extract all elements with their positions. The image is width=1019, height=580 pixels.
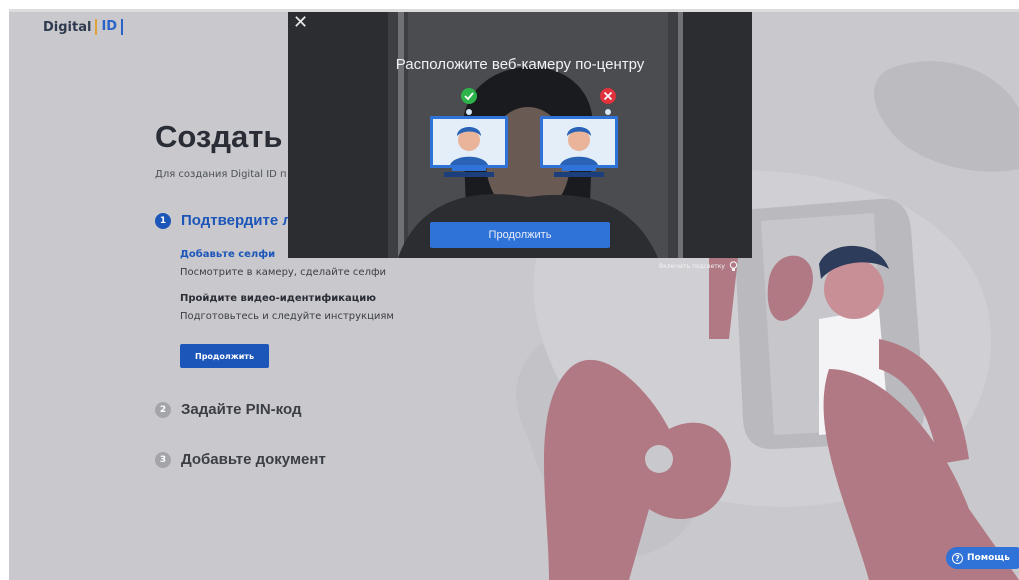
step-2-label: Задайте PIN-код [181,401,302,418]
hand-ok-large [544,359,731,580]
person-arm [879,339,969,464]
question-icon: ? [952,552,963,564]
page-background: Digital ID Создать Для создания Digital … [9,9,1019,580]
lightbulb-icon [729,261,738,271]
help-button[interactable]: ? Помощь [946,547,1019,569]
page-subtitle: Для создания Digital ID п [155,169,287,180]
page-title: Создать [155,119,283,154]
logo[interactable]: Digital ID [43,19,124,35]
tablet-screen [761,213,885,435]
video-description: Подготовьтесь и следуйте инструкциям [180,311,394,322]
selfie-description: Посмотрите в камеру, сделайте селфи [180,267,387,278]
hand-ok-small [767,255,813,321]
logo-text: Digital [43,19,92,35]
person-shirt [819,309,889,435]
lighting-toggle[interactable]: Включить подсветку [659,261,738,272]
step-1-label: Подтвердите л [181,212,292,229]
step-2: 2 Задайте PIN-код [155,401,301,418]
logo-id-box: ID [95,19,124,35]
step-1: 1 Подтвердите л [155,212,292,229]
blob-top [874,61,1019,172]
close-icon[interactable]: ✕ [293,14,308,32]
person-head [824,259,884,319]
step-3: 3 Добавьте документ [155,451,326,468]
blob-left [516,325,717,556]
step-3-number: 3 [155,451,171,468]
video-title: Пройдите видео-идентификацию [180,293,376,304]
modal-title: Расположите веб-камеру по-центру [395,56,645,73]
selfie-title: Добавьте селфи [180,249,276,260]
step-1-number: 1 [155,212,171,229]
person-hair [819,245,889,279]
step-3-label: Добавьте документ [181,451,326,468]
help-label: Помощь [967,553,1010,563]
continue-button[interactable]: Продолжить [180,344,269,368]
step-2-number: 2 [155,401,171,418]
modal-continue-button[interactable]: Продолжить [430,222,610,248]
bad-example [540,88,618,177]
camera-modal: ✕ Расположите веб-камеру по-центру Продо… [288,12,752,258]
hand-ok-ring [645,445,673,473]
good-example [430,88,508,177]
tablet [733,198,925,450]
lighting-label: Включить подсветку [659,263,725,270]
check-icon [461,88,477,104]
